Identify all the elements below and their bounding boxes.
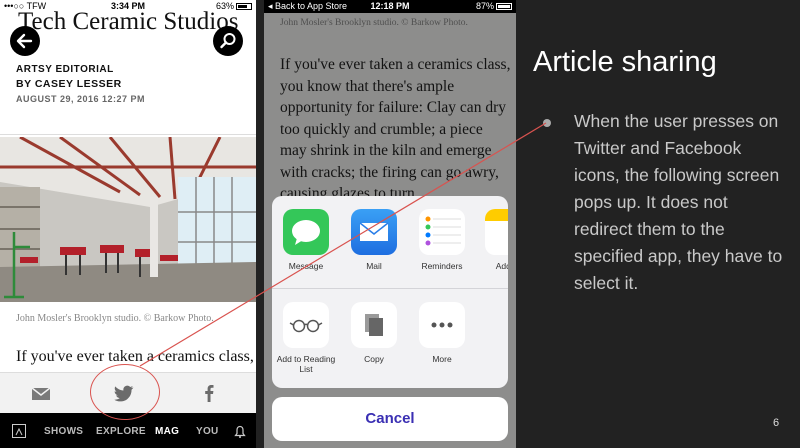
page-title: Tech Ceramic Studios	[18, 8, 239, 35]
share-app-label: Mail	[366, 261, 382, 271]
notes-icon	[485, 209, 508, 255]
action-label: More	[432, 354, 452, 364]
author-byline: BY CASEY LESSER	[16, 78, 122, 90]
photo-caption: John Mosler's Brooklyn studio. © Barkow …	[16, 313, 214, 324]
bullet-marker	[543, 119, 551, 127]
divider	[272, 288, 508, 289]
share-app-label: Add to	[495, 261, 508, 271]
share-app-message[interactable]: Message	[276, 209, 336, 271]
studio-photo	[0, 137, 256, 302]
share-sheet-screen: ◂ Back to App Store 12:18 PM 87% John Mo…	[264, 0, 516, 448]
more-icon	[419, 302, 465, 348]
action-more[interactable]: More	[412, 302, 472, 364]
action-add-to-reading-list[interactable]: Add to Reading List	[276, 302, 336, 374]
artsy-logo-icon[interactable]	[12, 424, 26, 438]
share-app-mail[interactable]: Mail	[344, 209, 404, 271]
share-app-add-to[interactable]: Add to	[478, 209, 508, 271]
action-copy[interactable]: Copy	[344, 302, 404, 364]
reminders-icon	[419, 209, 465, 255]
status-bar: ◂ Back to App Store 12:18 PM 87%	[264, 0, 516, 13]
publish-date: AUGUST 29, 2016 12:27 PM	[16, 94, 146, 104]
share-sheet: Message Mail Reminders Add to	[272, 196, 508, 388]
share-app-label: Reminders	[421, 261, 463, 271]
search-button[interactable]	[213, 26, 243, 56]
divider	[0, 134, 256, 135]
glasses-icon	[283, 302, 329, 348]
battery-indicator: 87%	[476, 1, 512, 11]
cancel-button[interactable]: Cancel	[272, 397, 508, 441]
search-icon	[220, 33, 236, 49]
mail-icon[interactable]	[30, 383, 52, 403]
mail-icon	[351, 209, 397, 255]
battery-percent: 87%	[475, 1, 494, 11]
action-label: Add to Reading List	[276, 354, 336, 374]
battery-icon	[496, 3, 512, 10]
message-icon	[283, 209, 329, 255]
tab-you[interactable]: YOU	[196, 426, 219, 437]
back-button[interactable]	[10, 26, 40, 56]
copy-icon	[351, 302, 397, 348]
facebook-icon[interactable]	[198, 383, 220, 403]
tab-explore[interactable]: EXPLORE	[96, 426, 146, 437]
article-body: If you've ever taken a ceramics class,	[16, 348, 254, 365]
slide-bullet-text: When the user presses on Twitter and Fac…	[574, 111, 783, 293]
share-app-reminders[interactable]: Reminders	[412, 209, 472, 271]
slide-title: Article sharing	[533, 46, 717, 78]
annotation-circle	[90, 364, 160, 420]
page-number: 6	[773, 417, 780, 429]
editorial-label: ARTSY EDITORIAL	[16, 64, 114, 75]
action-label: Copy	[364, 354, 384, 364]
share-app-label: Message	[288, 261, 324, 271]
tab-mag[interactable]: MAG	[155, 426, 179, 437]
tab-shows[interactable]: SHOWS	[44, 426, 83, 437]
bell-icon[interactable]	[234, 425, 246, 439]
arrow-left-icon	[16, 33, 33, 49]
